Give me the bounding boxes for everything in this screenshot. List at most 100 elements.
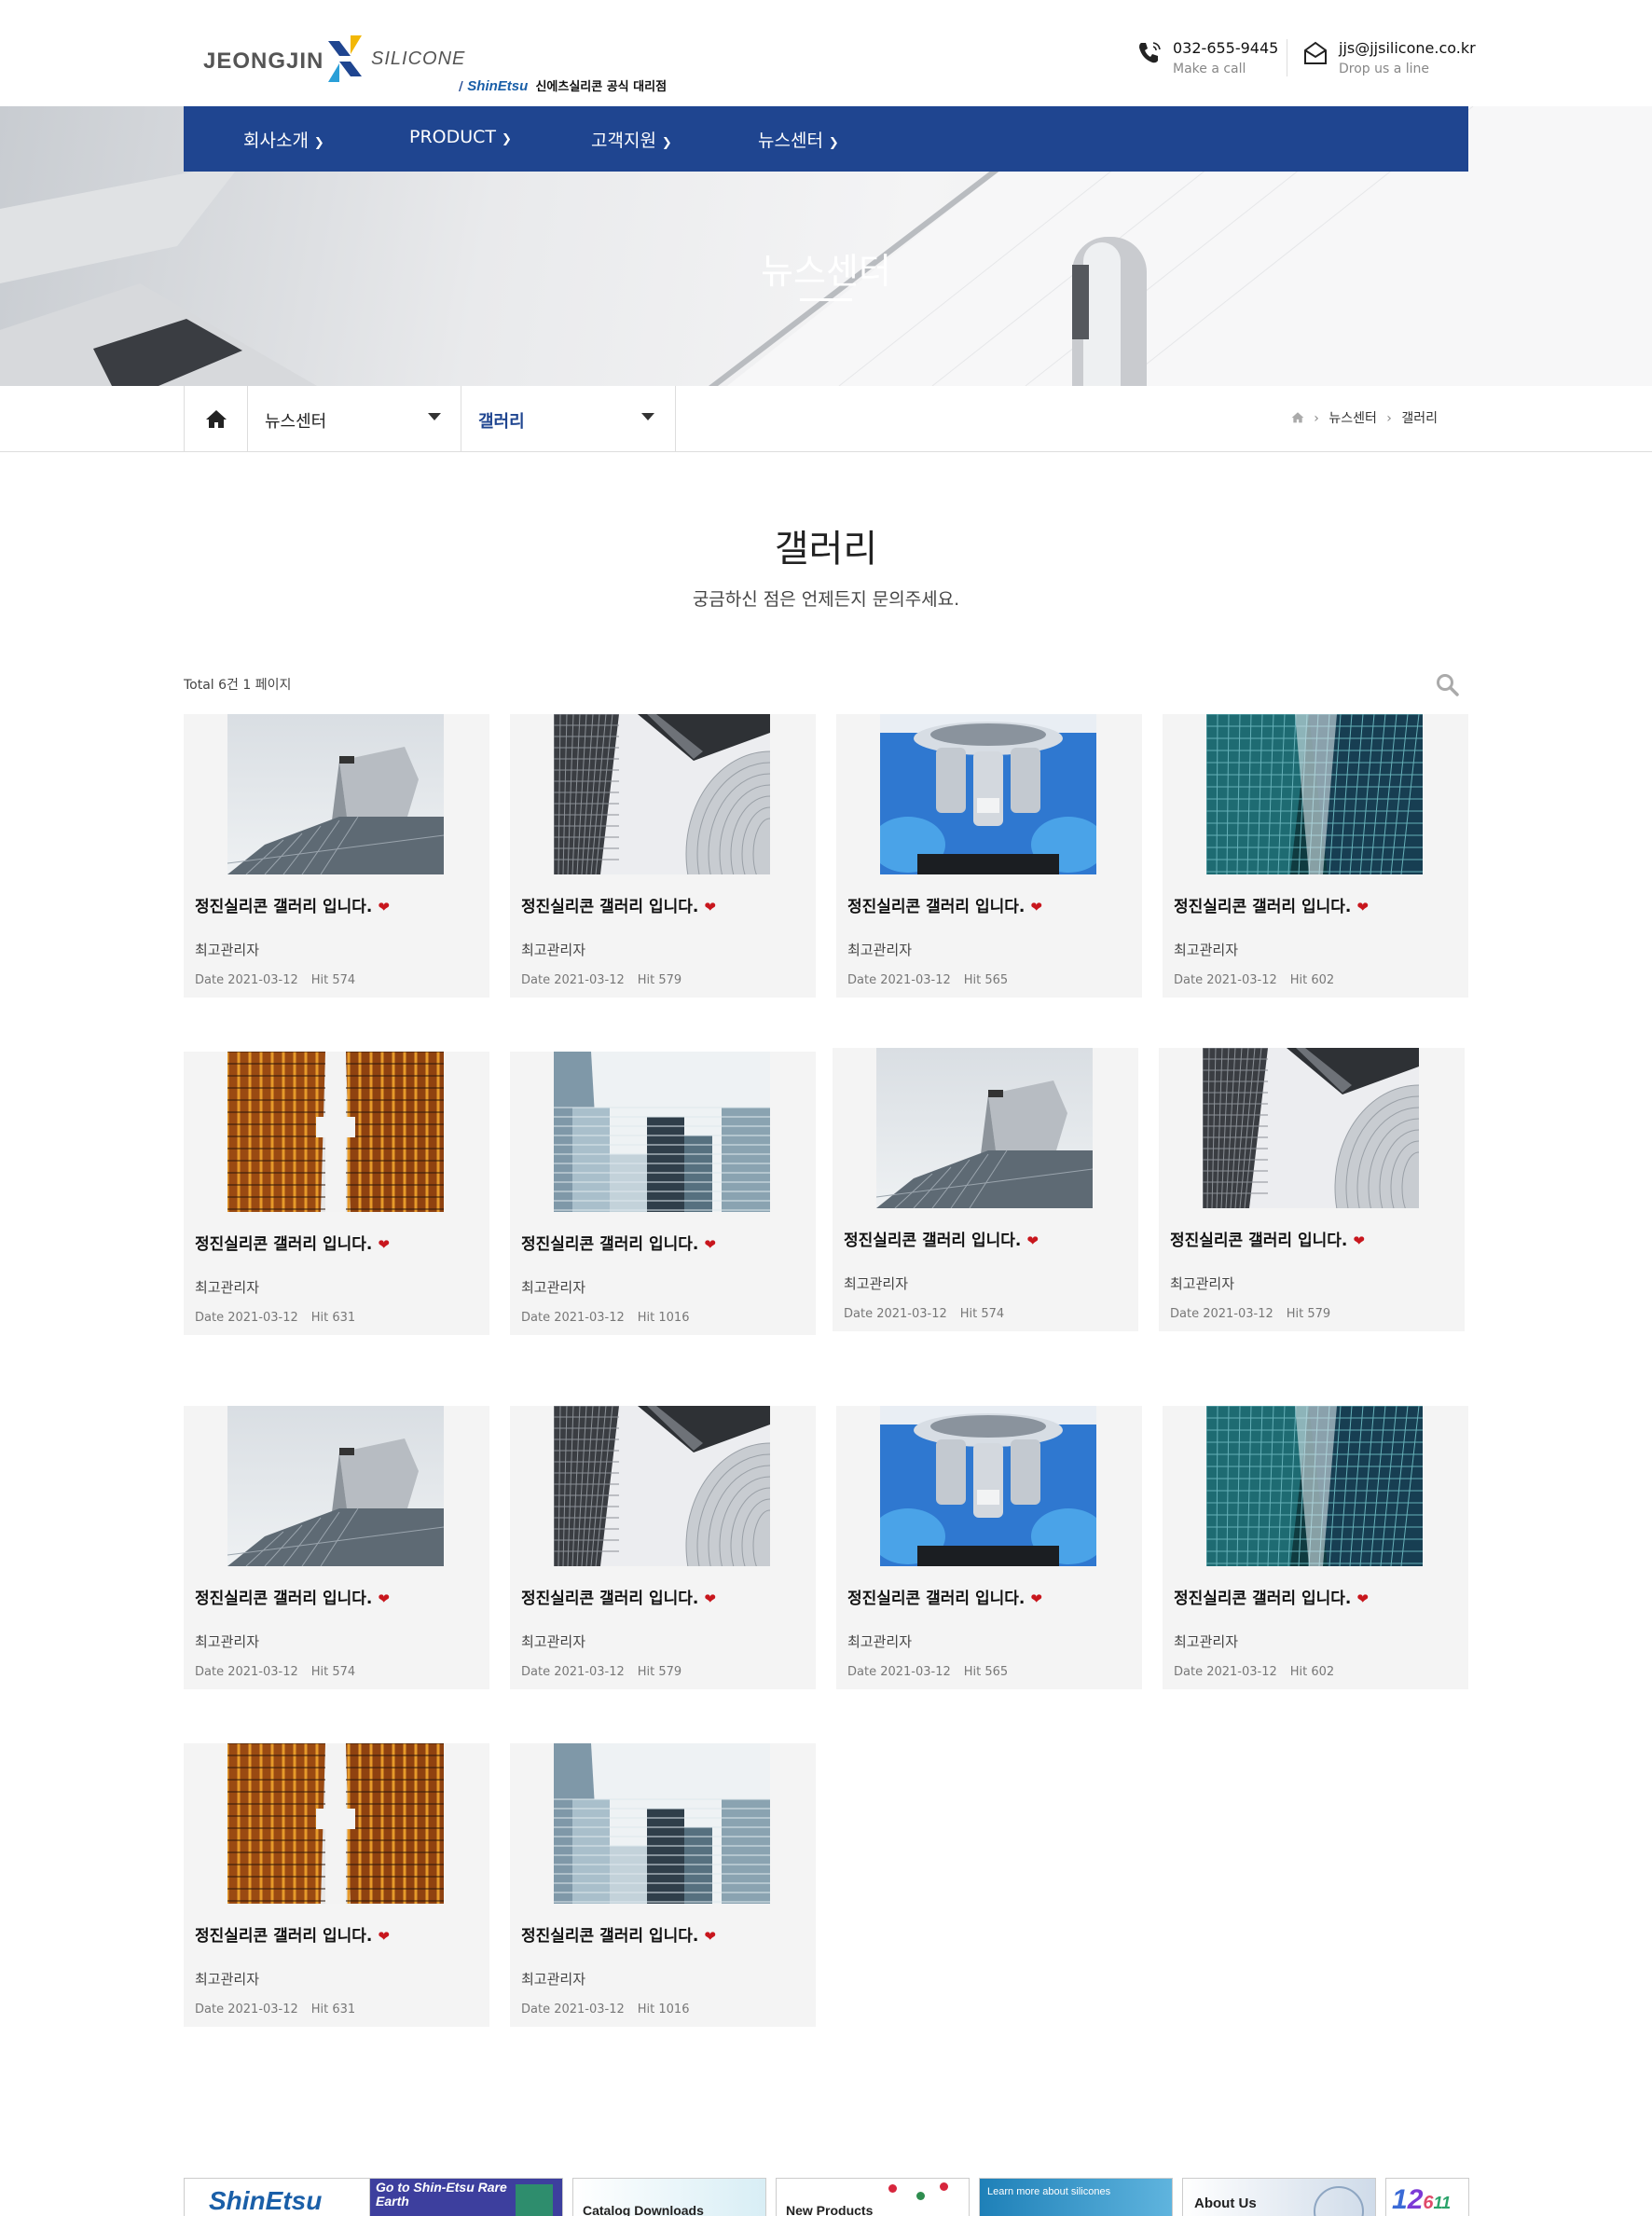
banner-shinetsu[interactable]: ShinEtsu [184,2178,378,2216]
home-icon [206,410,227,428]
home-button[interactable] [184,386,248,451]
nav-label: PRODUCT [409,127,497,147]
breadcrumb-item[interactable]: 뉴스센터 [1328,411,1377,426]
gallery-card-title[interactable]: 정진실리콘 갤러리 입니다. ❤ [195,893,390,916]
gallery-card-title[interactable]: 정진실리콘 갤러리 입니다. ❤ [1174,1585,1369,1608]
gallery-card-title-text: 정진실리콘 갤러리 입니다. [1170,1232,1348,1250]
gallery-card[interactable]: 정진실리콘 갤러리 입니다. ❤ 최고관리자 Date 2021-03-12 Hit… [833,1048,1138,1331]
phone-contact[interactable]: 032-655-9445 Make a call [1136,37,1285,84]
banner-catalog[interactable]: Catalog Downloads [572,2178,766,2216]
gallery-thumbnail[interactable] [554,714,770,874]
breadcrumb-separator: › [1314,411,1319,426]
banner-numbers[interactable]: 12611 [1385,2178,1469,2216]
banner-about-us[interactable]: About Us [1182,2178,1376,2216]
chevron-down-icon: ❯ [661,136,672,150]
gallery-card-title[interactable]: 정진실리콘 갤러리 입니다. ❤ [195,1922,390,1946]
gallery-thumbnail[interactable] [1203,1048,1419,1208]
molecule-icon [916,2192,925,2200]
gallery-thumbnail[interactable] [876,1048,1093,1208]
shinetsu-logo: ShinEtsu [467,78,529,94]
gallery-card[interactable]: 정진실리콘 갤러리 입니다. ❤ 최고관리자 Date 2021-03-12 Hit… [1163,714,1468,998]
heart-icon: ❤ [378,1236,390,1253]
gallery-card-title[interactable]: 정진실리콘 갤러리 입니다. ❤ [1170,1227,1365,1250]
gallery-thumbnail[interactable] [227,1406,444,1566]
gallery-card[interactable]: 정진실리콘 갤러리 입니다. ❤ 최고관리자 Date 2021-03-12 Hit… [184,1052,489,1335]
gallery-card-title[interactable]: 정진실리콘 갤러리 입니다. ❤ [195,1585,390,1608]
gallery-thumbnail[interactable] [1206,714,1423,874]
banner-label: Learn more about silicones [987,2186,1111,2197]
breadcrumb-item: 갤러리 [1401,411,1438,426]
gallery-thumbnail[interactable] [880,714,1096,874]
heart-icon: ❤ [378,899,390,915]
section-select[interactable]: 뉴스센터 [247,386,461,451]
gallery-card[interactable]: 정진실리콘 갤러리 입니다. ❤ 최고관리자 Date 2021-03-12 Hit… [836,1406,1142,1689]
banner-label: ShinEtsu [209,2186,323,2215]
gallery-card[interactable]: 정진실리콘 갤러리 입니다. ❤ 최고관리자 Date 2021-03-12 Hit… [1159,1048,1465,1331]
hero-underline [800,298,852,301]
gallery-card-meta: Date 2021-03-12 Hit 579 [1170,1307,1330,1321]
gallery-card[interactable]: 정진실리콘 갤러리 입니다. ❤ 최고관리자 Date 2021-03-12 Hit… [836,714,1142,998]
gallery-card-hits: Hit 1016 [637,2003,690,2016]
gallery-card-hits: Hit 574 [310,1665,356,1679]
heart-icon: ❤ [378,1928,390,1945]
gallery-card-hits: Hit 631 [310,1311,356,1325]
nav-item-news[interactable]: 뉴스센터 ❯ [758,127,839,152]
gallery-card-meta: Date 2021-03-12 Hit 602 [1174,1665,1334,1679]
page-description: 궁금하신 점은 언제든지 문의주세요. [692,589,960,610]
gallery-thumbnail[interactable] [227,714,444,874]
banner-learn-silicones[interactable]: Learn more about silicones [979,2178,1173,2216]
gallery-card[interactable]: 정진실리콘 갤러리 입니다. ❤ 최고관리자 Date 2021-03-12 Hit… [510,714,816,998]
gallery-thumbnail[interactable] [227,1052,444,1212]
gallery-card-title[interactable]: 정진실리콘 갤러리 입니다. ❤ [521,1922,716,1946]
gallery-card-hits: Hit 579 [637,1665,682,1679]
gallery-card-author: 최고관리자 [521,1633,586,1650]
heart-icon: ❤ [1030,1590,1042,1607]
search-icon[interactable] [1436,673,1460,697]
nav-item-product[interactable]: PRODUCT ❯ [409,127,512,147]
gallery-thumbnail[interactable] [554,1406,770,1566]
main-nav: 회사소개 ❯ PRODUCT ❯ 고객지원 ❯ 뉴스센터 ❯ [184,106,1468,172]
gallery-card[interactable]: 정진실리콘 갤러리 입니다. ❤ 최고관리자 Date 2021-03-12 Hit… [510,1052,816,1335]
gallery-card-title[interactable]: 정진실리콘 갤러리 입니다. ❤ [1174,893,1369,916]
gallery-card-author: 최고관리자 [195,942,260,958]
gallery-card[interactable]: 정진실리콘 갤러리 입니다. ❤ 최고관리자 Date 2021-03-12 Hit… [184,714,489,998]
gallery-card-meta: Date 2021-03-12 Hit 1016 [521,1311,689,1325]
gallery-card-title[interactable]: 정진실리콘 갤러리 입니다. ❤ [521,1585,716,1608]
gallery-card[interactable]: 정진실리콘 갤러리 입니다. ❤ 최고관리자 Date 2021-03-12 Hit… [184,1743,489,2027]
breadcrumb-separator: › [1386,411,1392,426]
nav-item-company[interactable]: 회사소개 ❯ [243,127,324,152]
site-logo[interactable]: JEONGJIN SILICONE / ShinEtsu 신에츠실리콘 공식 대… [203,35,669,101]
gallery-card-title[interactable]: 정진실리콘 갤러리 입니다. ❤ [847,893,1042,916]
page-select[interactable]: 갤러리 [461,386,676,451]
gallery-card-date: Date 2021-03-12 [195,1665,298,1679]
gallery-card-title[interactable]: 정진실리콘 갤러리 입니다. ❤ [521,893,716,916]
total-count: Total 6건 1 페이지 [184,678,292,693]
gallery-thumbnail[interactable] [1206,1406,1423,1566]
gallery-card-title[interactable]: 정진실리콘 갤러리 입니다. ❤ [195,1231,390,1254]
gallery-card[interactable]: 정진실리콘 갤러리 입니다. ❤ 최고관리자 Date 2021-03-12 Hit… [510,1406,816,1689]
gallery-thumbnail[interactable] [554,1052,770,1212]
email-contact[interactable]: jjs@jjsilicone.co.kr Drop us a line [1301,37,1488,84]
gallery-card[interactable]: 정진실리콘 갤러리 입니다. ❤ 최고관리자 Date 2021-03-12 Hit… [184,1406,489,1689]
banner-rare-earth[interactable]: Go to Shin-Etsu Rare Earth [369,2178,563,2216]
phone-caption: Make a call [1173,62,1246,76]
banner-new-products[interactable]: New Products [776,2178,970,2216]
gallery-card-title-text: 정진실리콘 갤러리 입니다. [1174,1590,1352,1608]
phone-number: 032-655-9445 [1173,39,1279,57]
nav-item-support[interactable]: 고객지원 ❯ [591,127,672,152]
gallery-card[interactable]: 정진실리콘 갤러리 입니다. ❤ 최고관리자 Date 2021-03-12 Hit… [510,1743,816,2027]
gallery-card-title-text: 정진실리콘 갤러리 입니다. [521,1590,699,1608]
gallery-card-date: Date 2021-03-12 [521,2003,625,2016]
heart-icon: ❤ [1026,1232,1039,1249]
gallery-thumbnail[interactable] [227,1743,444,1904]
gallery-thumbnail[interactable] [554,1743,770,1904]
email-address: jjs@jjsilicone.co.kr [1339,39,1476,57]
gallery-card-title[interactable]: 정진실리콘 갤러리 입니다. ❤ [847,1585,1042,1608]
gallery-card-hits: Hit 602 [1289,1665,1335,1679]
gallery-thumbnail[interactable] [880,1406,1096,1566]
gallery-card-title[interactable]: 정진실리콘 갤러리 입니다. ❤ [521,1231,716,1254]
heart-icon: ❤ [1030,899,1042,915]
gallery-card[interactable]: 정진실리콘 갤러리 입니다. ❤ 최고관리자 Date 2021-03-12 Hit… [1163,1406,1468,1689]
gallery-card-title[interactable]: 정진실리콘 갤러리 입니다. ❤ [844,1227,1039,1250]
heart-icon: ❤ [704,899,716,915]
